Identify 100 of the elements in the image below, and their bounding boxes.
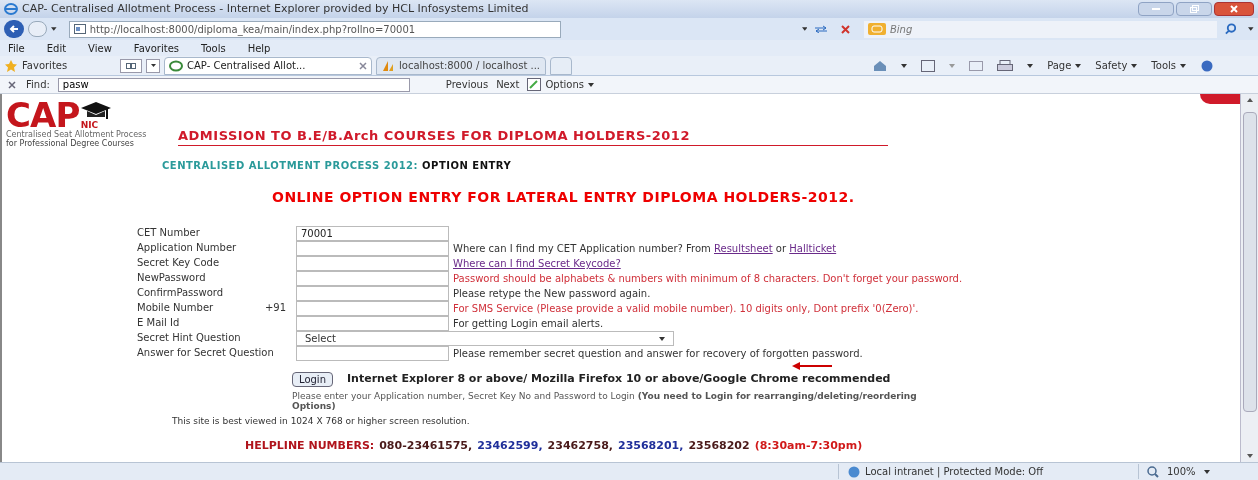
new-tab-button[interactable] <box>550 56 572 75</box>
close-icon <box>8 80 16 89</box>
text-field[interactable] <box>296 316 449 331</box>
text-field[interactable] <box>296 256 449 271</box>
command-menu-button[interactable]: Safety <box>1095 58 1138 73</box>
text-field[interactable] <box>296 241 449 256</box>
help-text: For SMS Service (Please provide a valid mobile number). 10 digits only, Dont prefix '0(Zero)'. <box>453 303 919 314</box>
helpline-number: 23462758, <box>547 438 613 454</box>
caret-icon <box>949 63 956 68</box>
scrollbar-thumb[interactable] <box>1242 112 1257 412</box>
help-text: Where can I find my CET Application number? From Resultsheet or Hallticket <box>453 243 837 254</box>
browser-tab[interactable]: localhost:8000 / localhost ... <box>376 56 546 75</box>
help-link[interactable]: Resultsheet <box>714 243 773 254</box>
menu-item[interactable]: Tools <box>201 40 226 56</box>
help-text: Password should be alphabets & numbers with minimum of 8 characters. Don't forget your password. <box>453 273 963 284</box>
graduation-cap-icon <box>80 102 111 120</box>
phone-prefix: +91 <box>264 302 286 313</box>
caret-icon <box>1027 63 1034 68</box>
field-label: Application Number <box>137 242 237 253</box>
caret-icon <box>1248 27 1254 31</box>
helpline-number: 23462599, <box>477 438 543 454</box>
home-icon <box>873 59 888 72</box>
favorites-button[interactable]: Favorites <box>4 58 116 73</box>
printer-icon <box>997 59 1014 72</box>
field-label: Mobile Number <box>137 302 214 313</box>
tab-list-button[interactable] <box>146 58 160 73</box>
caret-icon <box>51 27 57 31</box>
menu-item[interactable]: Edit <box>46 40 67 56</box>
arrows-icon <box>814 25 829 33</box>
zoom-level[interactable]: 100% <box>1167 464 1196 479</box>
text-field[interactable] <box>296 271 449 286</box>
find-options-button[interactable]: Options <box>527 77 594 92</box>
find-label: Find: <box>26 78 50 92</box>
search-input[interactable]: Bing <box>889 21 1214 37</box>
restore-icon <box>1189 5 1199 13</box>
menu-item[interactable]: Favorites <box>133 40 179 56</box>
field-label: Secret Hint Question <box>137 332 241 343</box>
caret-up-icon <box>1246 98 1253 102</box>
search-icon <box>1225 23 1237 35</box>
select-field[interactable]: Select <box>296 331 674 346</box>
field-label: ConfirmPassword <box>137 287 224 298</box>
help-text: For getting Login email alerts. <box>453 318 604 329</box>
menu-item[interactable]: View <box>88 40 112 56</box>
field-label: E Mail Id <box>137 317 180 328</box>
command-menu-button[interactable]: Page <box>1047 58 1082 73</box>
menu-item[interactable]: Help <box>247 40 271 56</box>
text-field[interactable] <box>296 346 449 361</box>
minimize-button[interactable] <box>1138 2 1174 16</box>
logo-tagline: for Professional Degree Courses <box>6 139 135 148</box>
pencil-icon <box>527 78 542 91</box>
search-engine-icon <box>867 23 886 35</box>
command-menu-button[interactable]: Tools <box>1151 58 1186 73</box>
page-icon <box>73 24 86 34</box>
caret-icon <box>901 63 908 68</box>
close-icon <box>841 24 851 34</box>
menu-item[interactable]: File <box>8 40 25 56</box>
login-note: Please enter your Application number, Secret Key No and Password to Login (You need to Login for rearranging/deleting/reordering Options) <box>292 390 918 411</box>
help-link[interactable]: Hallticket <box>789 243 837 254</box>
section-title: CENTRALISED ALLOTMENT PROCESS 2012: <box>162 159 419 173</box>
help-link[interactable]: Where can I find Secret Keycode? <box>453 258 621 269</box>
browser-tab[interactable]: CAP- Centralised Allot... <box>164 56 372 75</box>
caret-icon <box>588 82 594 87</box>
back-arrow-icon <box>9 25 20 33</box>
resolution-note: This site is best viewed in 1024 X 768 or higher screen resolution. <box>172 414 471 428</box>
sailboat-icon <box>381 59 395 72</box>
caret-icon <box>1203 469 1210 474</box>
field-label: Answer for Secret Question <box>137 347 274 358</box>
back-button[interactable] <box>4 20 25 38</box>
quick-tabs-button[interactable] <box>120 58 142 73</box>
caret-icon <box>801 27 808 31</box>
close-button[interactable] <box>1214 2 1254 16</box>
help-text: Please retype the New password again. <box>453 288 651 299</box>
text-field[interactable]: 70001 <box>296 226 449 241</box>
caret-icon <box>1131 63 1138 68</box>
text-field[interactable] <box>296 301 449 316</box>
search-field[interactable]: Bing <box>863 20 1218 38</box>
find-nav-button[interactable]: Previous <box>445 77 489 92</box>
field-label: CET Number <box>137 227 200 238</box>
browser-recommendation: Internet Explorer 8 or above/ Mozilla Firefox 10 or above/Google Chrome recommended <box>347 371 891 387</box>
scrollbar[interactable] <box>1240 94 1258 462</box>
helpline-number: 23568202 <box>688 438 750 454</box>
find-field[interactable]: pasw <box>57 77 410 92</box>
close-icon <box>1230 5 1238 13</box>
close-find-button[interactable] <box>8 79 18 90</box>
caret-down-icon <box>1246 454 1253 458</box>
star-icon <box>4 59 18 72</box>
main-heading: ONLINE OPTION ENTRY FOR LATERAL ENTRY DIPLOMA HOLDERS-2012. <box>272 188 856 207</box>
field-label: NewPassword <box>137 272 206 283</box>
caret-icon <box>150 64 156 67</box>
login-button[interactable]: Login <box>292 371 333 387</box>
minimize-icon <box>1152 7 1160 11</box>
page-heading: ADMISSION TO B.E/B.Arch COURSES FOR DIPLOMA HOLDERS-2012 <box>178 125 888 146</box>
address-field[interactable]: http://localhost:8000/diploma_kea/main/index.php?rollno=70001 <box>68 20 562 38</box>
text-field[interactable] <box>296 286 449 301</box>
caret-icon <box>1180 63 1186 68</box>
find-nav-button[interactable]: Next <box>496 77 520 92</box>
helpline-number: 080-23461575, <box>379 438 473 454</box>
caret-icon <box>659 336 665 341</box>
logo-text: CAP <box>6 100 80 130</box>
security-zone: Local intranet | Protected Mode: Off <box>865 465 1044 479</box>
